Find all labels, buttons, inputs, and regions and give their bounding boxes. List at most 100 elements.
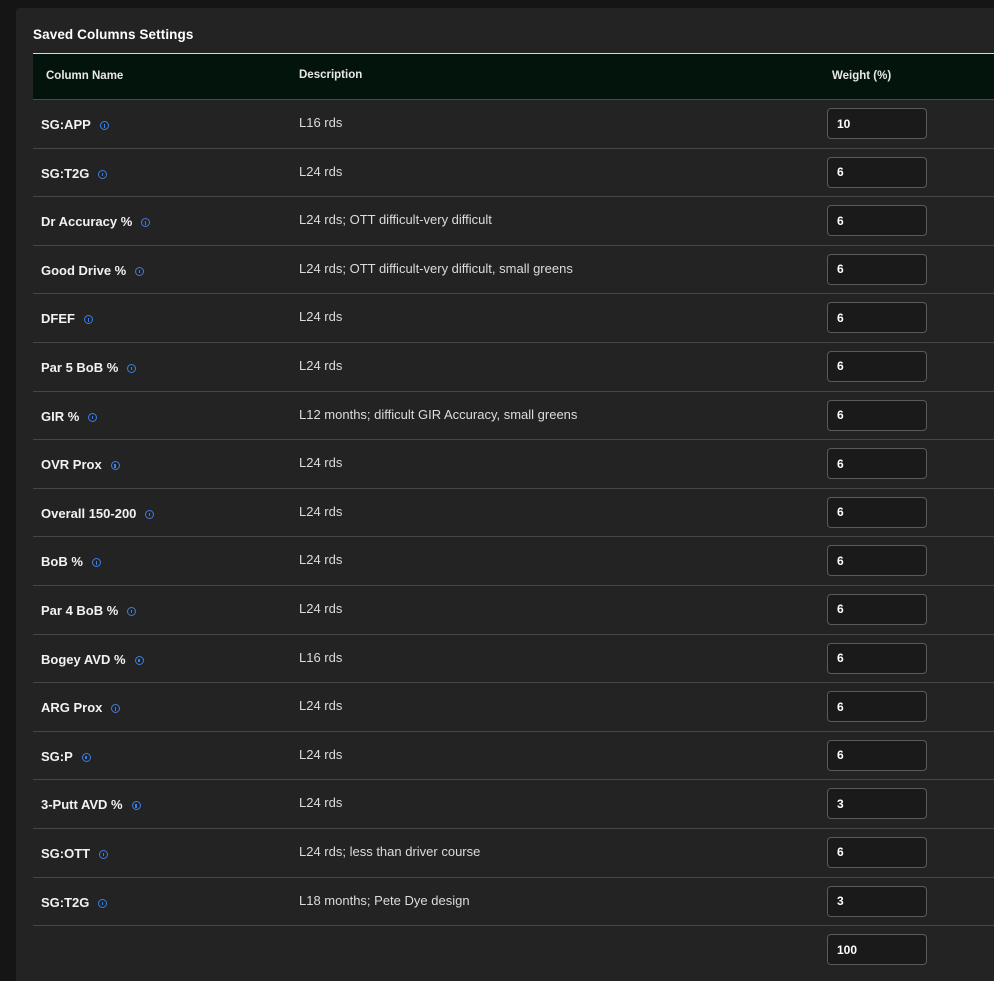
column-name-cell: SG:APP bbox=[41, 117, 109, 132]
description-cell: L24 rds bbox=[299, 503, 343, 519]
table-row: ARG Prox L24 rds bbox=[33, 683, 994, 732]
table-row: SG:T2G L18 months; Pete Dye design bbox=[33, 878, 994, 927]
description-cell: L24 rds bbox=[299, 309, 343, 325]
info-icon[interactable] bbox=[110, 461, 120, 471]
table-row: BoB % L24 rds bbox=[33, 537, 994, 586]
column-name-cell: Bogey AVD % bbox=[41, 652, 144, 667]
description-cell: L16 rds bbox=[299, 115, 343, 130]
description-cell: L24 rds bbox=[299, 552, 343, 568]
column-name-label: SG:APP bbox=[41, 117, 91, 132]
description-cell: L24 rds; OTT difficult-very difficult bbox=[299, 212, 492, 228]
description-cell: L12 months; difficult GIR Accuracy, smal… bbox=[299, 406, 578, 422]
table-row: SG:OTT L24 rds; less than driver course bbox=[33, 829, 994, 878]
description-cell: L24 rds bbox=[299, 163, 343, 179]
table-row: GIR % L12 months; difficult GIR Accuracy,… bbox=[33, 392, 994, 441]
column-name-cell: Par 4 BoB % bbox=[41, 602, 137, 618]
table-row: SG:P L24 rds bbox=[33, 732, 994, 781]
column-name-cell: Good Drive % bbox=[41, 262, 145, 278]
column-name-label: SG:P bbox=[41, 748, 73, 764]
weight-input[interactable] bbox=[827, 885, 927, 917]
column-name-label: SG:T2G bbox=[41, 165, 90, 181]
column-name-label: Dr Accuracy % bbox=[41, 214, 133, 230]
weight-input[interactable] bbox=[827, 205, 927, 237]
info-icon[interactable] bbox=[99, 849, 109, 859]
column-name-cell: Par 5 BoB % bbox=[41, 359, 137, 375]
weight-input[interactable] bbox=[827, 399, 927, 431]
column-name-cell: Overall 150-200 bbox=[41, 506, 155, 521]
column-name-label: ARG Prox bbox=[41, 700, 103, 716]
table-body: SG:APP L16 rds SG:T2G L24 rds Dr Accuracy % L… bbox=[33, 100, 994, 975]
column-name-label: GIR % bbox=[41, 408, 80, 424]
info-icon[interactable] bbox=[127, 606, 137, 616]
table-row: Overall 150-200 L24 rds bbox=[33, 489, 994, 538]
description-cell: L24 rds bbox=[299, 600, 343, 616]
total-row bbox=[33, 926, 994, 975]
info-icon[interactable] bbox=[145, 509, 155, 519]
weight-input[interactable] bbox=[827, 302, 927, 334]
column-name-label: Par 5 BoB % bbox=[41, 359, 119, 375]
table-row: SG:APP L16 rds bbox=[33, 100, 994, 149]
weight-input[interactable] bbox=[827, 156, 927, 188]
saved-columns-table: Column Name Description Weight (%) SG:AP… bbox=[33, 54, 994, 975]
description-cell: L24 rds bbox=[299, 746, 343, 762]
weight-input[interactable] bbox=[827, 642, 927, 674]
info-icon[interactable] bbox=[134, 655, 144, 665]
total-weight-field[interactable] bbox=[827, 934, 927, 966]
info-icon[interactable] bbox=[81, 752, 91, 762]
description-cell: L24 rds; OTT difficult-very difficult, s… bbox=[299, 260, 573, 276]
info-icon[interactable] bbox=[98, 898, 108, 908]
weight-input[interactable] bbox=[827, 836, 927, 868]
table-row: Par 5 BoB % L24 rds bbox=[33, 343, 994, 392]
column-header-weight: Weight (%) bbox=[832, 70, 892, 82]
table-row: SG:T2G L24 rds bbox=[33, 149, 994, 198]
column-name-cell: SG:P bbox=[41, 749, 91, 764]
table-row: 3-Putt AVD % L24 rds bbox=[33, 780, 994, 829]
info-icon[interactable] bbox=[91, 558, 101, 568]
info-icon[interactable] bbox=[111, 704, 121, 714]
column-name-cell: SG:T2G bbox=[41, 894, 108, 910]
weight-input[interactable] bbox=[827, 253, 927, 285]
weight-input[interactable] bbox=[827, 448, 927, 480]
column-name-cell: DFEF bbox=[41, 311, 93, 326]
weight-input[interactable] bbox=[827, 739, 927, 771]
column-name-cell: SG:T2G bbox=[41, 165, 108, 181]
info-icon[interactable] bbox=[99, 121, 109, 130]
info-icon[interactable] bbox=[88, 412, 98, 422]
info-icon[interactable] bbox=[98, 169, 108, 179]
column-name-label: Good Drive % bbox=[41, 262, 127, 278]
weight-input[interactable] bbox=[827, 350, 927, 382]
column-name-cell: ARG Prox bbox=[41, 700, 121, 716]
column-header-name: Column Name bbox=[46, 70, 124, 82]
column-name-cell: 3-Putt AVD % bbox=[41, 797, 141, 812]
weight-input[interactable] bbox=[827, 691, 927, 723]
info-icon[interactable] bbox=[127, 363, 137, 373]
column-name-label: BoB % bbox=[41, 554, 83, 570]
column-name-cell: OVR Prox bbox=[41, 457, 120, 472]
weight-input[interactable] bbox=[827, 108, 927, 139]
weight-input[interactable] bbox=[827, 545, 927, 577]
info-icon[interactable] bbox=[83, 315, 93, 325]
description-cell: L24 rds bbox=[299, 455, 343, 471]
column-name-label: SG:T2G bbox=[41, 894, 90, 910]
info-icon[interactable] bbox=[131, 801, 141, 811]
weight-input[interactable] bbox=[827, 496, 927, 528]
info-icon[interactable] bbox=[141, 218, 151, 228]
info-icon[interactable] bbox=[135, 266, 145, 276]
weight-input[interactable] bbox=[827, 593, 927, 625]
description-cell: L24 rds bbox=[299, 698, 343, 714]
column-name-cell: BoB % bbox=[41, 554, 101, 569]
column-name-label: DFEF bbox=[41, 311, 75, 327]
column-name-label: Par 4 BoB % bbox=[41, 602, 119, 618]
table-row: OVR Prox L24 rds bbox=[33, 440, 994, 489]
column-name-label: Bogey AVD % bbox=[41, 651, 126, 667]
column-name-label: 3-Putt AVD % bbox=[41, 797, 123, 813]
column-header-description: Description bbox=[299, 69, 363, 81]
table-row: Bogey AVD % L16 rds bbox=[33, 635, 994, 684]
table-row: Par 4 BoB % L24 rds bbox=[33, 586, 994, 635]
panel-title: Saved Columns Settings bbox=[33, 27, 194, 42]
description-cell: L24 rds bbox=[299, 357, 343, 373]
weight-input[interactable] bbox=[827, 788, 927, 820]
column-name-cell: SG:OTT bbox=[41, 846, 109, 861]
table-row: Dr Accuracy % L24 rds; OTT difficult-very… bbox=[33, 197, 994, 246]
description-cell: L18 months; Pete Dye design bbox=[299, 892, 470, 908]
